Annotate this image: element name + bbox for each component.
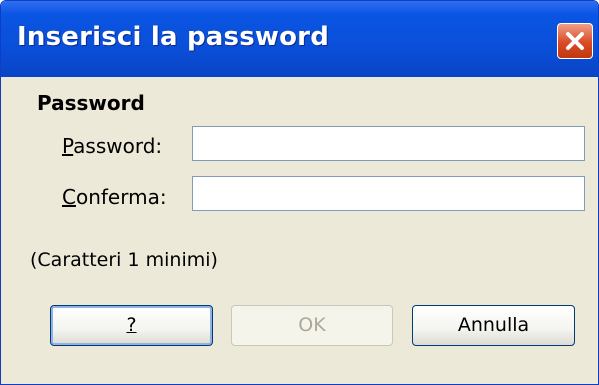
- confirm-label-accesskey: C: [62, 185, 76, 209]
- section-title: Password: [37, 91, 145, 115]
- ok-button-label: OK: [298, 314, 326, 336]
- close-button[interactable]: [557, 23, 593, 59]
- close-icon: [566, 32, 584, 50]
- confirm-label-text: onferma:: [75, 185, 167, 209]
- cancel-button-label: Annulla: [457, 314, 530, 336]
- title-bar[interactable]: Inserisci la password: [1, 1, 598, 77]
- password-input[interactable]: [192, 126, 585, 161]
- password-dialog: Inserisci la password Password Password:…: [0, 0, 599, 385]
- window-title: Inserisci la password: [17, 22, 330, 52]
- confirm-password-input[interactable]: [192, 176, 585, 211]
- confirm-label: Conferma:: [62, 185, 167, 209]
- password-label-text: assword:: [73, 134, 163, 158]
- help-button[interactable]: ?: [50, 305, 213, 346]
- dialog-body: Password Password: Conferma: (Caratteri …: [4, 77, 595, 381]
- help-button-label: ?: [126, 314, 137, 336]
- cancel-button[interactable]: Annulla: [412, 305, 575, 346]
- minimum-characters-hint: (Caratteri 1 minimi): [30, 249, 218, 271]
- password-label: Password:: [62, 134, 162, 158]
- password-label-accesskey: P: [62, 134, 74, 158]
- ok-button[interactable]: OK: [231, 305, 393, 346]
